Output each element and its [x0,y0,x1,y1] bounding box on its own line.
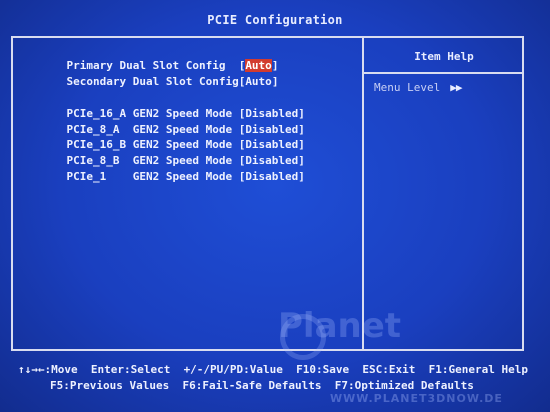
setting-label: Secondary Dual Slot Config [66,75,239,88]
page-title: PCIE Configuration [207,13,343,27]
setting-pcie-1-gen2[interactable]: PCIe_1 GEN2 Speed Mode [Disabled] [40,157,305,196]
help-divider [364,72,524,74]
panel-divider [362,36,364,351]
footer-line-1: ↑↓→←:Move Enter:Select +/-/PU/PD:Value F… [18,363,528,376]
setting-value[interactable]: Auto [245,75,272,88]
setting-label: PCIe_1 GEN2 Speed Mode [66,170,239,183]
menu-level-arrow-icon: ▶▶ [450,81,462,94]
watermark-brand: Planet [278,306,402,346]
menu-level-label: Menu Level [374,81,441,94]
setting-value[interactable]: Disabled [245,170,298,183]
menu-level: Menu Level ▶▶ [374,81,463,94]
bios-screen: PCIE Configuration Item Help Menu Level ▶… [0,0,550,412]
item-help-title: Item Help [414,50,474,63]
footer-line-2: F5:Previous Values F6:Fail-Safe Defaults… [50,379,474,392]
watermark-url: WWW.PLANET3DNOW.DE [330,392,503,405]
